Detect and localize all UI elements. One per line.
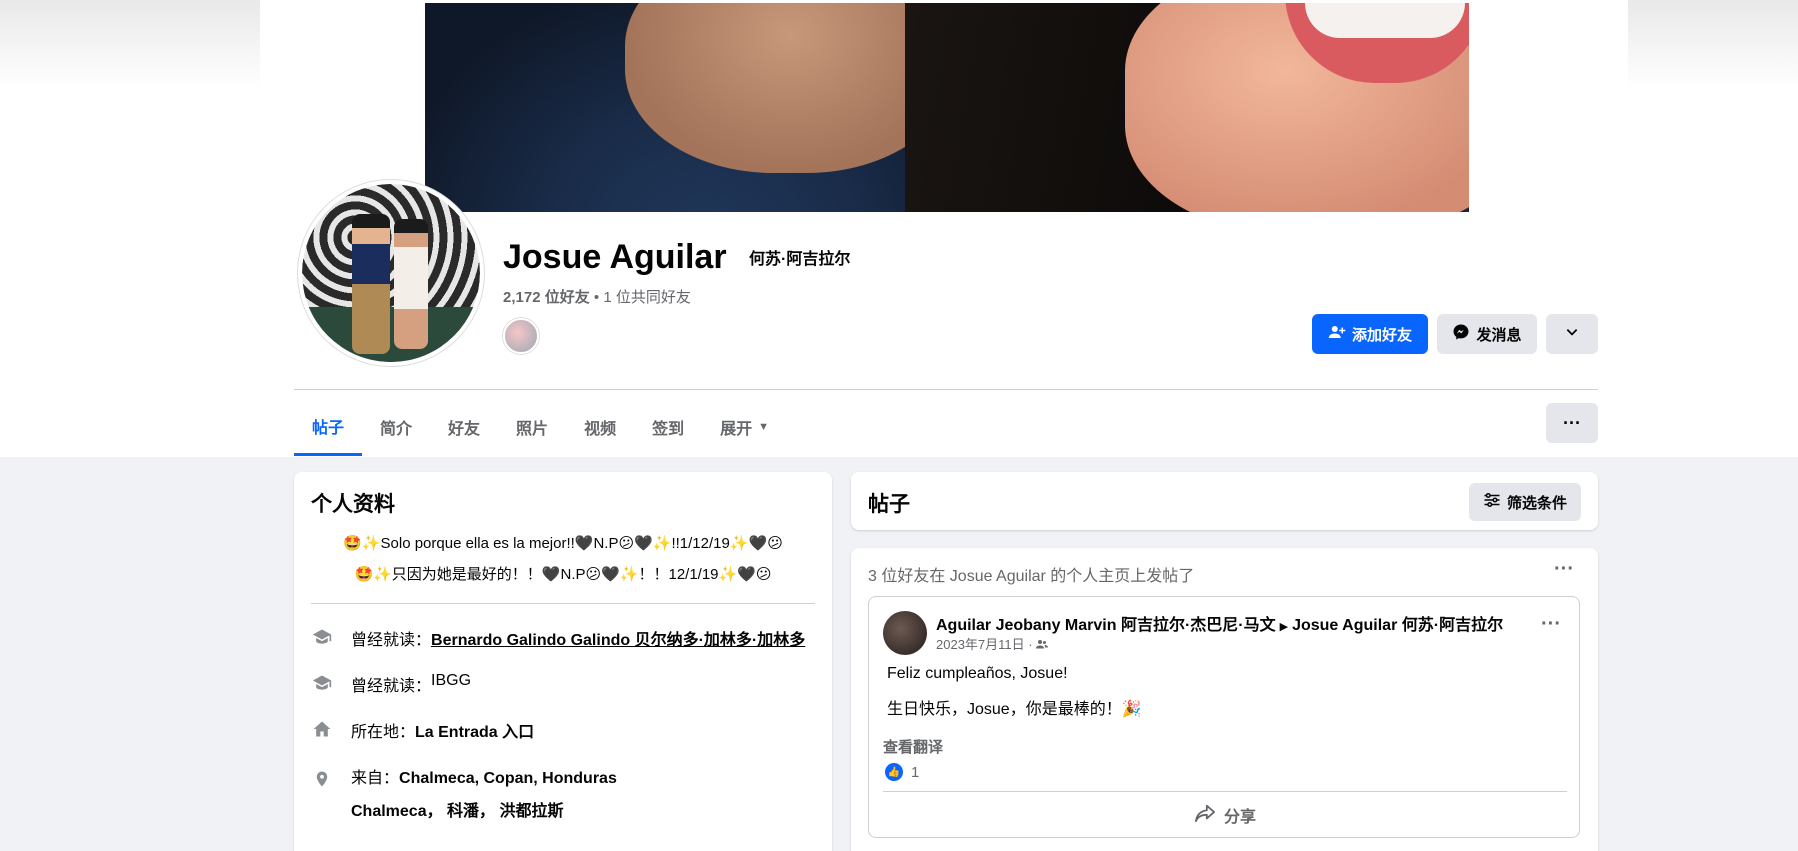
education-row-1: 曾经就读： Bernardo Galindo Galindo 贝尔纳多·加林多·…	[311, 626, 805, 650]
ellipsis-icon: ···	[1541, 613, 1561, 635]
mutual-friend-avatar[interactable]	[503, 318, 539, 354]
filter-label: 筛选条件	[1506, 494, 1567, 512]
posts-header-card: 帖子 筛选条件	[851, 472, 1598, 530]
share-button[interactable]: 分享	[883, 797, 1567, 833]
share-arrow-icon	[1194, 803, 1216, 828]
bio-line-original: 🤩✨Solo porque ella es la mejor!!🖤N.P😕🖤✨!…	[343, 535, 783, 552]
school-name: IBGG	[431, 672, 472, 689]
caret-right-icon: ▶	[1279, 621, 1289, 633]
cover-photo[interactable]	[425, 3, 1469, 212]
friends-summary: 2,172 位好友 • 1 位共同好友	[503, 286, 691, 307]
location-prefix: 所在地：	[351, 724, 416, 741]
background-fade-right	[1628, 0, 1798, 90]
hometown-translated: Chalmeca， 科潘， 洪都拉斯	[351, 803, 564, 820]
tab-more-label: 展开	[720, 421, 753, 438]
thumbs-up-icon: 👍	[885, 763, 903, 781]
profile-tabs: 帖子 简介 好友 照片 视频 签到 展开 ▼	[294, 398, 787, 456]
hometown-row: 来自：Chalmeca, Copan, Honduras Chalmeca， 科…	[311, 764, 617, 821]
graduation-cap-icon	[311, 672, 333, 694]
filter-sliders-icon	[1483, 492, 1501, 512]
message-button[interactable]: 发消息	[1437, 314, 1537, 354]
friends-posted-note: 3 位好友在 Josue Aguilar 的个人主页上发帖了	[868, 568, 1195, 585]
tab-posts[interactable]: 帖子	[294, 398, 363, 456]
profile-name-block: Josue Aguilar 何苏·阿吉拉尔	[503, 238, 850, 277]
header-divider	[294, 389, 1598, 390]
tabs-overflow-button[interactable]: ···	[1546, 403, 1598, 443]
profile-alt-name: 何苏·阿吉拉尔	[749, 251, 851, 268]
filter-button[interactable]: 筛选条件	[1468, 483, 1581, 521]
chevron-down-icon	[1565, 325, 1579, 343]
location-row: 所在地： La Entrada 入口	[311, 718, 534, 742]
graduation-cap-icon	[311, 626, 333, 648]
profile-more-button[interactable]	[1546, 314, 1598, 354]
friends-posts-card: 3 位好友在 Josue Aguilar 的个人主页上发帖了 ··· Aguil…	[851, 548, 1598, 851]
target-profile-link[interactable]: Josue Aguilar 何苏·阿吉拉尔	[1292, 617, 1503, 634]
add-user-icon	[1328, 323, 1346, 345]
post-divider	[883, 791, 1567, 792]
background-fade-left	[0, 0, 260, 90]
post-text-translated: 生日快乐，Josue，你是最棒的！🎉	[887, 701, 1142, 718]
education-row-2: 曾经就读： IBGG	[311, 672, 471, 696]
hometown[interactable]: Chalmeca, Copan, Honduras	[399, 770, 617, 787]
education-prefix: 曾经就读：	[351, 678, 432, 695]
post-author-line: Aguilar Jeobany Marvin 阿吉拉尔·杰巴尼·马文 ▶ Josue…	[936, 611, 1503, 635]
bio-text: 🤩✨Solo porque ella es la mejor!!🖤N.P😕🖤✨!…	[311, 528, 815, 590]
location-pin-icon	[311, 768, 333, 790]
tab-checkins[interactable]: 签到	[634, 398, 702, 456]
see-translation-link[interactable]: 查看翻译	[883, 736, 943, 757]
friends-audience-icon	[1036, 637, 1049, 652]
intro-title: 个人资料	[311, 493, 395, 516]
author-name-link[interactable]: Aguilar Jeobany Marvin 阿吉拉尔·杰巴尼·马文	[936, 617, 1276, 634]
profile-avatar[interactable]	[298, 180, 484, 366]
add-friend-button[interactable]: 添加好友	[1312, 314, 1428, 354]
messenger-icon	[1452, 323, 1470, 345]
post-options-button[interactable]: ···	[1541, 613, 1561, 636]
tab-more[interactable]: 展开 ▼	[702, 398, 787, 456]
post-text-original: Feliz cumpleaños, Josue!	[887, 665, 1068, 682]
reaction-summary[interactable]: 👍 1	[885, 763, 919, 781]
tab-photos[interactable]: 照片	[498, 398, 566, 456]
mutual-friends-link[interactable]: 1 位共同好友	[603, 289, 691, 306]
posts-title: 帖子	[868, 493, 910, 516]
post-timestamp[interactable]: 2023年7月11日 ·	[936, 637, 1033, 652]
ellipsis-icon: ···	[1554, 558, 1574, 580]
bio-line-translated: 🤩✨只因为她是最好的！！🖤N.P😕🖤✨！！12/1/19✨🖤😕	[354, 566, 772, 583]
education-prefix: 曾经就读：	[351, 632, 432, 649]
feed-options-button[interactable]: ···	[1554, 558, 1574, 581]
ellipsis-icon: ···	[1563, 412, 1581, 433]
home-icon	[311, 718, 333, 740]
friends-separator: •	[589, 289, 604, 306]
profile-name: Josue Aguilar	[503, 238, 727, 276]
author-avatar[interactable]	[883, 611, 927, 655]
school-link[interactable]: Bernardo Galindo Galindo 贝尔纳多·加林多·加林多	[431, 626, 805, 650]
intro-divider	[311, 603, 815, 604]
post-date: 2023年7月11日 ·	[936, 634, 1049, 653]
friends-count-link[interactable]: 2,172 位好友	[503, 289, 590, 306]
message-label: 发消息	[1476, 326, 1522, 344]
caret-down-icon: ▼	[758, 421, 769, 433]
add-friend-label: 添加好友	[1351, 326, 1412, 344]
intro-card: 个人资料 🤩✨Solo porque ella es la mejor!!🖤N.…	[294, 472, 832, 851]
share-label: 分享	[1223, 809, 1256, 826]
tab-about[interactable]: 简介	[362, 398, 430, 456]
current-city[interactable]: La Entrada 入口	[415, 718, 534, 742]
like-count: 1	[911, 763, 920, 781]
tab-friends[interactable]: 好友	[430, 398, 498, 456]
hometown-prefix: 来自：	[351, 770, 400, 787]
post-item: Aguilar Jeobany Marvin 阿吉拉尔·杰巴尼·马文 ▶ Josue…	[868, 596, 1580, 838]
tab-videos[interactable]: 视频	[566, 398, 634, 456]
